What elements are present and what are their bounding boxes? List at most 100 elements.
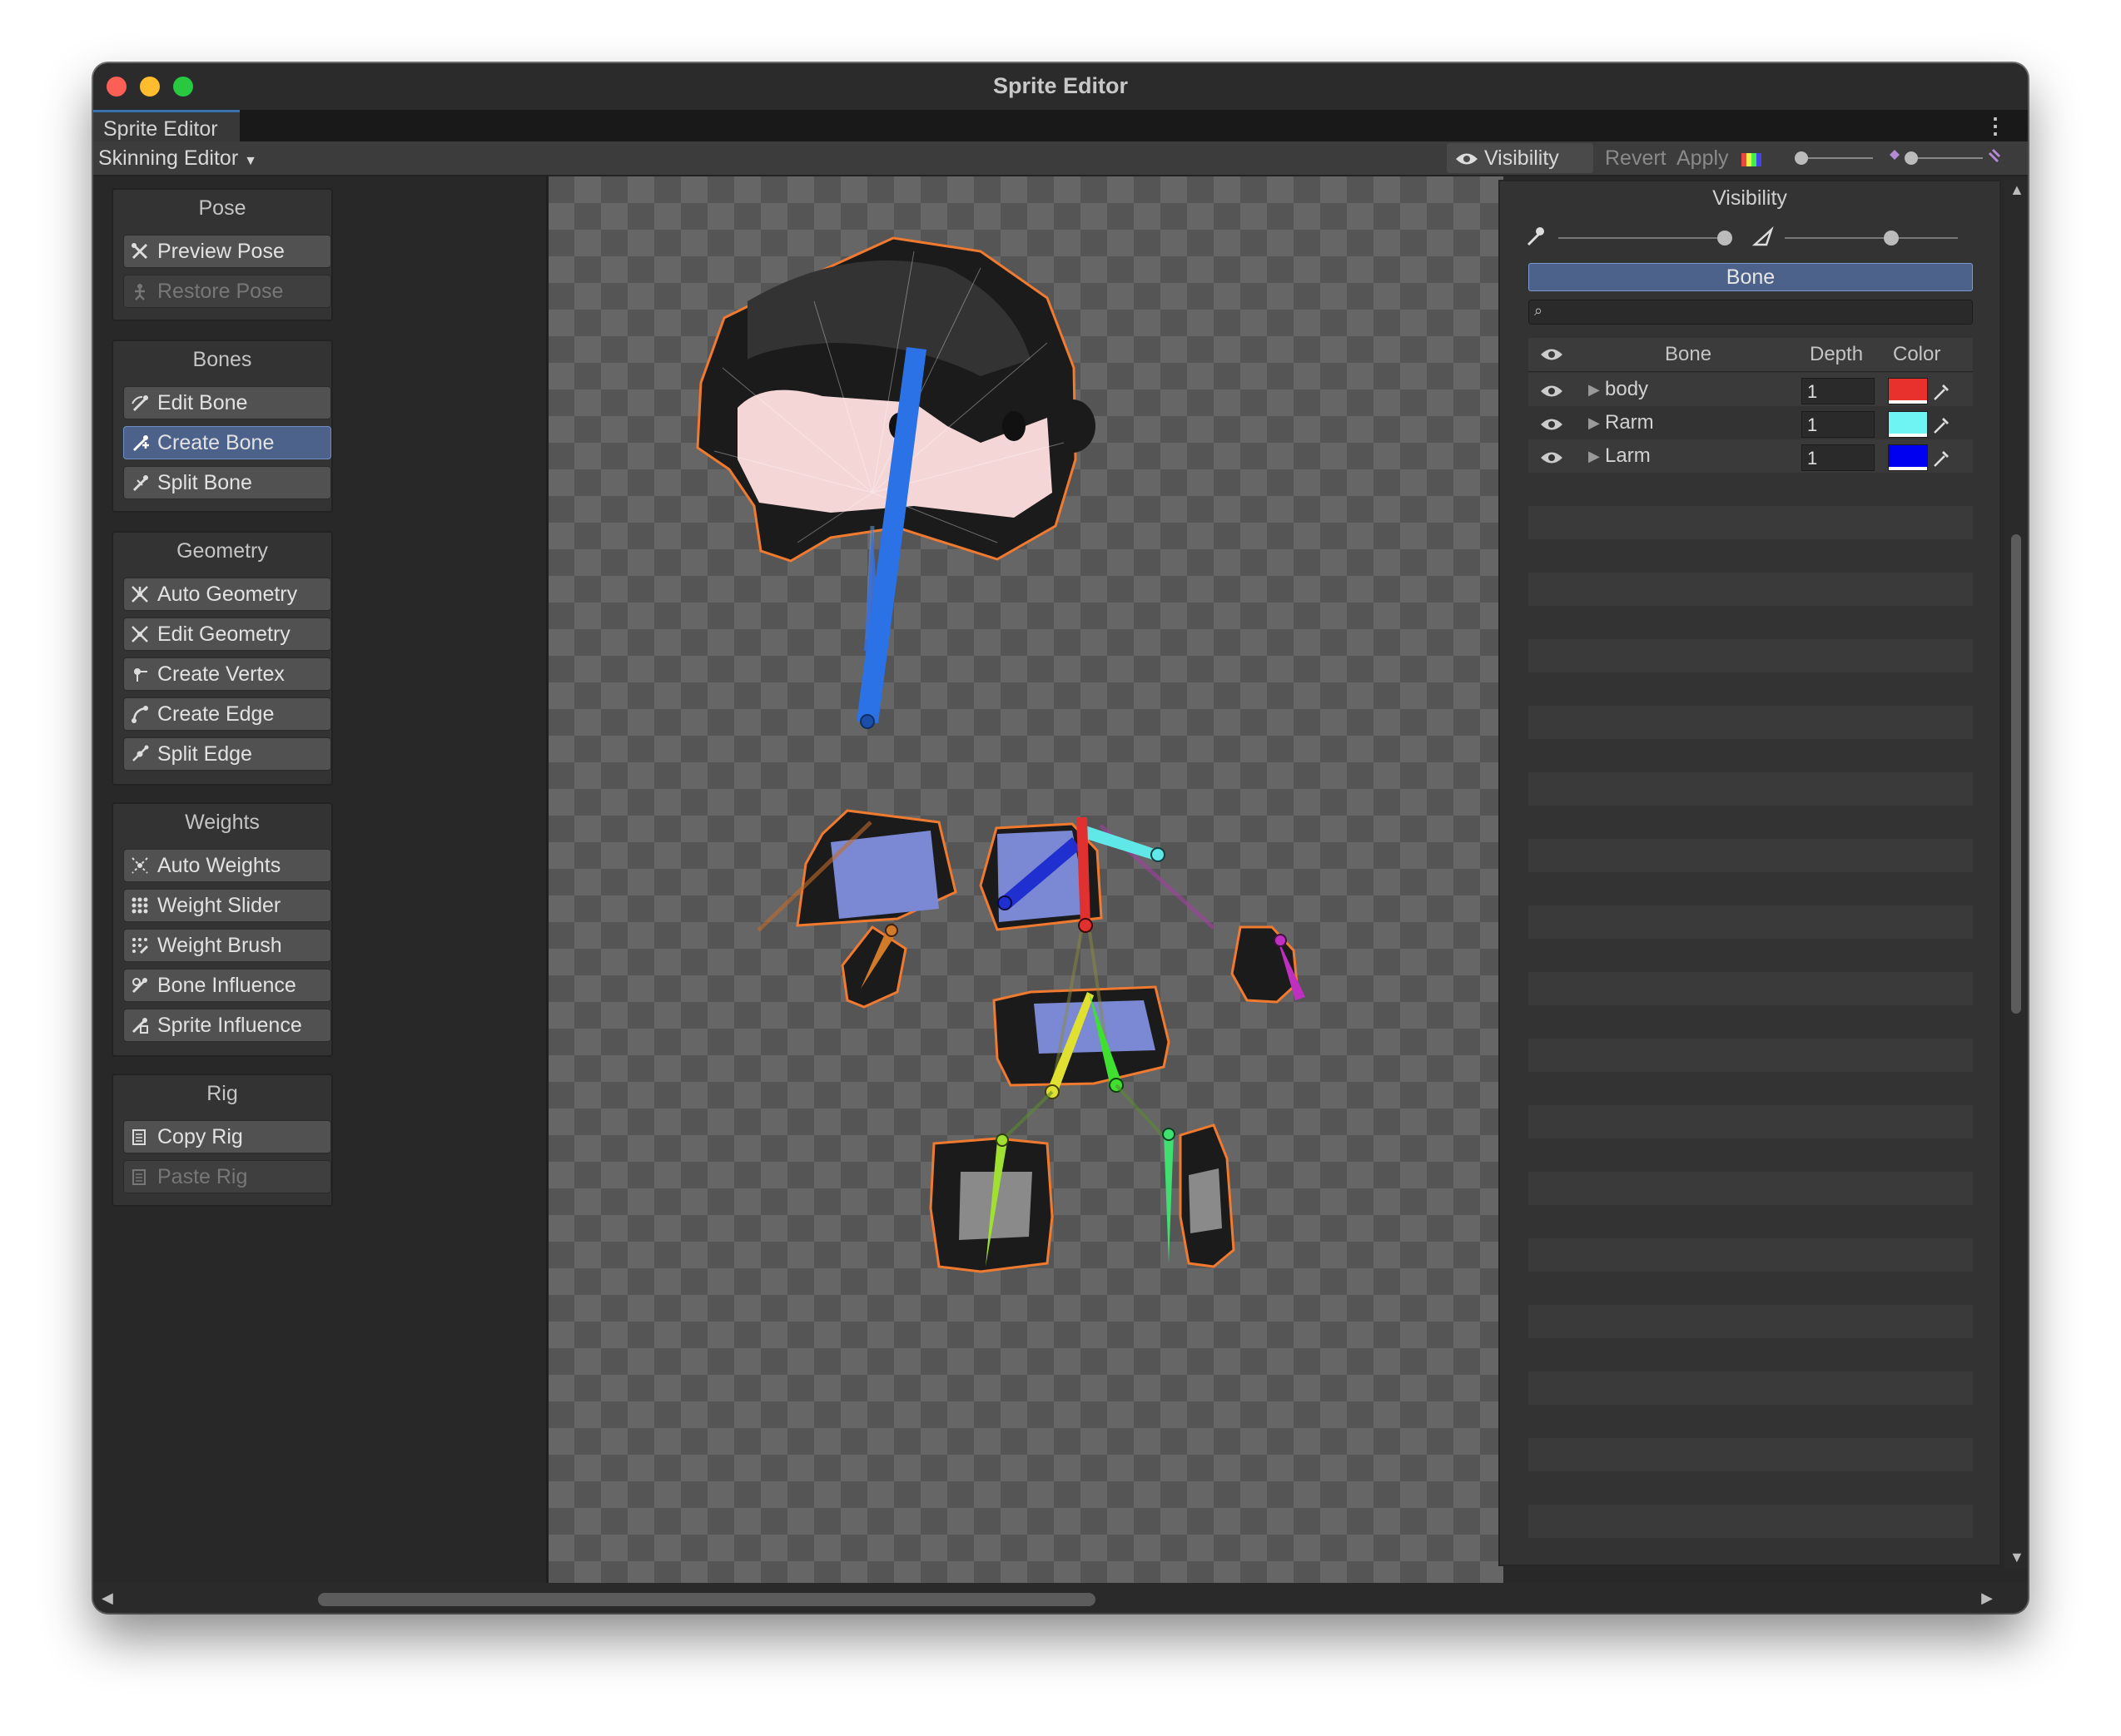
sprite-influence-label: Sprite Influence [157, 1014, 302, 1037]
tools-sidebar: Pose Preview Pose Restore Pose Bones Edi… [93, 176, 548, 1583]
copy-rig-label: Copy Rig [157, 1125, 243, 1148]
bone-influence-button[interactable]: Bone Influence [123, 969, 331, 1002]
copy-rig-icon [132, 1129, 146, 1145]
geometry-panel-title: Geometry [176, 539, 268, 563]
bone-name: Larm [1605, 444, 1651, 467]
editor-toolbar: Skinning Editor ▼ Visibility Revert Appl… [93, 141, 2028, 176]
sprite-editor-window: Sprite Editor Sprite Editor ⋮ Skinning E… [93, 63, 2028, 1613]
apply-button[interactable]: Apply [1668, 143, 1737, 173]
expand-arrow-icon[interactable]: ▶ [1588, 448, 1600, 465]
visibility-label: Visibility [1483, 146, 1559, 170]
right-foot-bone[interactable] [1164, 1133, 1174, 1263]
split-bone-button[interactable]: Split Bone [123, 466, 331, 499]
copy-rig-button[interactable]: Copy Rig [123, 1120, 331, 1153]
editor-mode-label: Skinning Editor [98, 146, 239, 170]
auto-geometry-label: Auto Geometry [157, 583, 298, 606]
sprite-influence-button[interactable]: Sprite Influence [123, 1009, 331, 1042]
visibility-eye-icon[interactable] [1540, 347, 1563, 362]
title-bar: Sprite Editor [93, 63, 2028, 112]
eyedropper-icon[interactable] [1931, 446, 1953, 469]
create-edge-button[interactable]: Create Edge [123, 697, 331, 731]
bone-color-swatch[interactable] [1888, 411, 1928, 438]
create-bone-label: Create Bone [157, 431, 275, 454]
split-edge-icon [132, 745, 149, 761]
kebab-menu-icon[interactable]: ⋮ [1984, 110, 2006, 141]
paste-rig-button[interactable]: Paste Rig [123, 1160, 331, 1193]
zoom-slider[interactable] [1793, 141, 2001, 175]
rig-panel: Rig Copy Rig Paste Rig [112, 1074, 333, 1207]
expand-arrow-icon[interactable]: ▶ [1588, 381, 1600, 399]
restore-pose-button[interactable]: Restore Pose [123, 275, 331, 308]
eyedropper-icon[interactable] [1931, 379, 1953, 403]
tab-sprite-editor[interactable]: Sprite Editor [93, 110, 240, 141]
color-column-header[interactable]: Color [1893, 343, 1940, 366]
visibility-panel: Visibility Bone ⌕ Bone Depth Color ▶ bod… [1498, 180, 2001, 1566]
color-swatch-icon[interactable] [1733, 143, 1766, 173]
rig-panel-title: Rig [206, 1082, 238, 1105]
horizontal-scroll-thumb[interactable] [318, 1593, 1095, 1606]
depth-field[interactable]: 1 [1801, 444, 1875, 471]
visibility-eye-icon[interactable] [1540, 417, 1563, 432]
bones-panel: Bones Edit Bone Create Bone Split Bone [112, 340, 333, 513]
weight-slider-button[interactable]: Weight Slider [123, 889, 331, 922]
split-edge-label: Split Edge [157, 742, 252, 766]
paste-rig-label: Paste Rig [157, 1165, 248, 1188]
create-bone-button[interactable]: Create Bone [123, 426, 331, 459]
rigged-character-sprite[interactable] [548, 176, 1503, 1583]
bone-row-larm[interactable]: ▶ Larm 1 [1528, 441, 1973, 474]
restore-pose-icon [135, 284, 145, 300]
scroll-up-icon[interactable]: ▲ [2009, 181, 2024, 199]
bone-tab[interactable]: Bone [1528, 263, 1973, 291]
bone-search-field[interactable]: ⌕ [1528, 300, 1973, 325]
split-bone-icon [132, 475, 148, 492]
auto-geometry-button[interactable]: Auto Geometry [123, 578, 331, 611]
vertical-scrollbar[interactable]: ▲ ▼ [2004, 180, 2028, 1568]
edit-bone-icon [132, 395, 148, 412]
visibility-toggle-button[interactable]: Visibility [1447, 143, 1593, 173]
visibility-panel-title: Visibility [1712, 186, 1787, 210]
sprite-canvas[interactable] [548, 176, 1503, 1583]
visibility-eye-icon[interactable] [1540, 450, 1563, 465]
create-edge-icon [132, 706, 148, 723]
edit-geometry-button[interactable]: Edit Geometry [123, 618, 331, 651]
search-icon: ⌕ [1534, 302, 1543, 319]
bone-color-swatch[interactable] [1888, 444, 1928, 471]
depth-field[interactable]: 1 [1801, 378, 1875, 404]
visibility-eye-icon[interactable] [1540, 384, 1563, 399]
revert-button[interactable]: Revert [1597, 143, 1675, 173]
auto-weights-icon [132, 857, 148, 874]
eyedropper-icon[interactable] [1931, 413, 1953, 436]
editor-mode-dropdown[interactable]: Skinning Editor ▼ [98, 145, 257, 175]
auto-weights-button[interactable]: Auto Weights [123, 849, 331, 882]
restore-pose-label: Restore Pose [157, 280, 284, 303]
split-edge-button[interactable]: Split Edge [123, 737, 331, 771]
create-vertex-button[interactable]: Create Vertex [123, 657, 331, 691]
preview-pose-button[interactable]: Preview Pose [123, 235, 331, 268]
scroll-right-icon[interactable]: ▶ [1981, 1590, 1993, 1607]
horizontal-scrollbar[interactable]: ◀ ▶ [93, 1583, 2028, 1613]
canvas-divider [546, 176, 549, 1583]
depth-field[interactable]: 1 [1801, 411, 1875, 438]
bone-column-header[interactable]: Bone [1665, 343, 1711, 366]
weight-brush-button[interactable]: Weight Brush [123, 929, 331, 962]
scroll-down-icon[interactable]: ▼ [2009, 1549, 2024, 1566]
create-vertex-label: Create Vertex [157, 662, 285, 686]
bone-influence-label: Bone Influence [157, 974, 296, 997]
sprite-influence-icon [132, 1018, 148, 1034]
vertical-scroll-thumb[interactable] [2011, 534, 2021, 1014]
expand-arrow-icon[interactable]: ▶ [1588, 414, 1600, 432]
edit-geometry-label: Edit Geometry [157, 622, 291, 646]
bones-panel-title: Bones [192, 348, 252, 371]
edit-bone-button[interactable]: Edit Bone [123, 386, 331, 419]
pose-panel-title: Pose [198, 196, 246, 220]
bone-opacity-slider[interactable] [1525, 220, 1991, 253]
depth-column-header[interactable]: Depth [1810, 343, 1863, 366]
bone-row-rarm[interactable]: ▶ Rarm 1 [1528, 408, 1973, 441]
bone-row-body[interactable]: ▶ body 1 [1528, 374, 1973, 408]
weights-panel: Weights Auto Weights Weight Slider Weigh… [112, 802, 333, 1057]
auto-geometry-icon [132, 586, 148, 603]
bone-name: Rarm [1605, 411, 1654, 434]
bone-color-swatch[interactable] [1888, 378, 1928, 404]
scroll-left-icon[interactable]: ◀ [102, 1590, 113, 1607]
preview-pose-label: Preview Pose [157, 240, 285, 263]
